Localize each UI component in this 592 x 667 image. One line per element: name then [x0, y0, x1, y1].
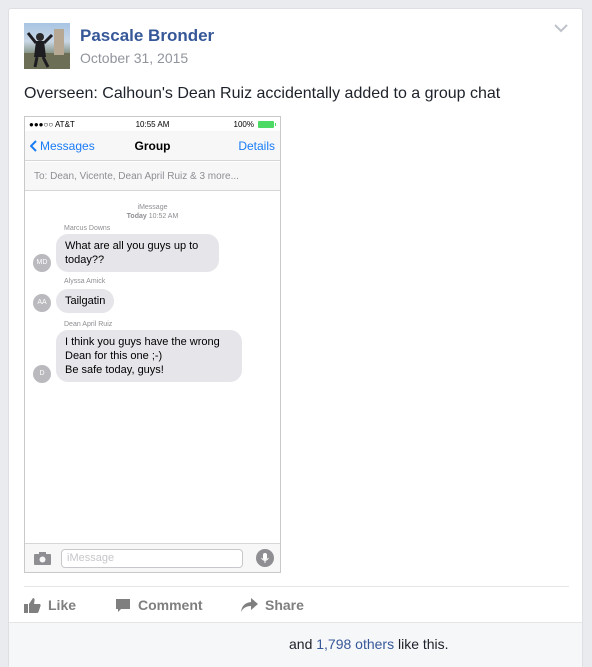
likes-summary: and 1,798 others like this.: [9, 622, 582, 667]
message-line: today??: [65, 254, 105, 266]
comment-icon: [116, 598, 130, 612]
message-input-bar: iMessage: [25, 543, 280, 572]
details-button: Details: [238, 139, 275, 153]
post-card: Pascale Bronder October 31, 2015 Oversee…: [8, 8, 583, 667]
share-button[interactable]: Share: [241, 597, 304, 613]
likes-text: and 1,798 others like this.: [289, 636, 449, 652]
camera-icon: [34, 552, 51, 565]
battery-icon: [258, 121, 276, 128]
microphone-icon: [256, 549, 274, 567]
service-label: iMessage: [137, 204, 168, 211]
sender-avatar: AA: [33, 294, 51, 312]
message-line: Be safe today, guys!: [65, 364, 164, 376]
time-value: 10:52 AM: [148, 213, 179, 220]
comment-label: Comment: [138, 597, 203, 613]
recipients-bar: To: Dean, Vicente, Dean April Ruiz & 3 m…: [25, 162, 280, 191]
sender-avatar: D: [33, 365, 51, 383]
sender-avatar: MD: [33, 254, 51, 272]
thread-header: iMessage Today 10:52 AM: [25, 203, 280, 221]
message-sender: Dean April Ruiz: [64, 321, 113, 328]
message-bubble: I think you guys have the wrong Dean for…: [56, 330, 242, 382]
comment-button[interactable]: Comment: [115, 597, 203, 613]
post-image[interactable]: ●●●○○ AT&T 10:55 AM 100% Messages Group …: [24, 116, 281, 573]
message-line: I think you guys have the wrong: [65, 336, 220, 348]
thread-time: Today 10:52 AM: [25, 212, 280, 221]
imessage-field: iMessage: [61, 549, 243, 568]
like-button[interactable]: Like: [24, 597, 76, 613]
message-line: Dean for this one ;-): [65, 350, 163, 362]
author-name[interactable]: Pascale Bronder: [80, 26, 214, 46]
divider: [24, 586, 569, 587]
ios-status-bar: ●●●○○ AT&T 10:55 AM 100%: [25, 117, 280, 131]
message-bubble: What are all you guys up to today??: [56, 234, 219, 272]
message-sender: Alyssa Amick: [64, 278, 106, 285]
thumbs-up-icon: [24, 598, 41, 613]
message-bubble: Tailgatin: [56, 289, 115, 313]
like-label: Like: [48, 597, 77, 613]
ios-nav-bar: Messages Group Details: [25, 131, 280, 161]
author-avatar[interactable]: [24, 23, 70, 69]
message-line: Tailgatin: [65, 295, 106, 307]
message-line: What are all you guys up to: [65, 240, 199, 252]
likes-count-link[interactable]: 1,798 others: [316, 636, 394, 652]
message-sender: Marcus Downs: [64, 225, 111, 232]
share-label: Share: [265, 597, 304, 613]
post-timestamp[interactable]: October 31, 2015: [80, 50, 188, 66]
share-icon: [241, 598, 258, 612]
likes-prefix: and: [289, 636, 313, 652]
chevron-down-icon[interactable]: [554, 23, 568, 33]
likes-suffix: like this.: [397, 636, 449, 652]
battery-percent: 100%: [233, 120, 254, 129]
time-prefix: Today: [126, 213, 147, 220]
post-text: Overseen: Calhoun's Dean Ruiz accidental…: [24, 85, 501, 102]
